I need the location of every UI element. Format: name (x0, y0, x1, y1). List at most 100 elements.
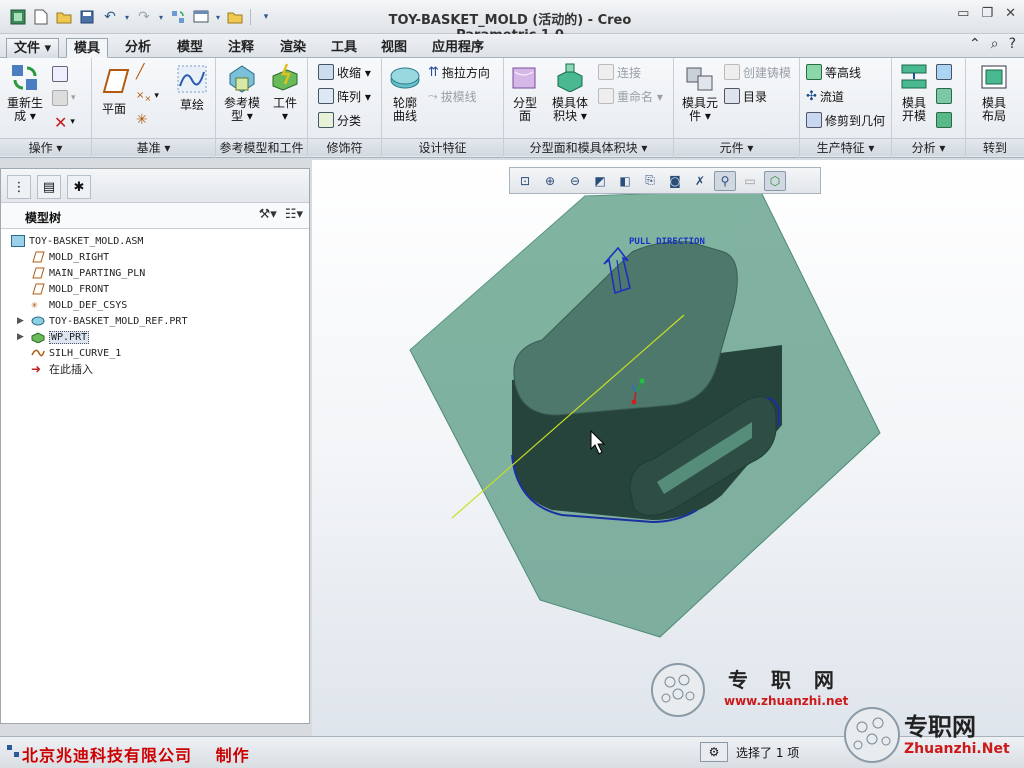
runner-button[interactable]: ✣ 流道 (806, 86, 844, 106)
repaint-icon[interactable]: ◩ (589, 171, 611, 191)
group-label-analysis[interactable]: 分析 ▾ (892, 138, 965, 156)
tree-node-main-parting-pln[interactable]: MAIN_PARTING_PLN (31, 265, 145, 281)
tree-filter-icon[interactable]: ☷▾ (285, 207, 303, 222)
minimize-icon[interactable]: ▭ (957, 6, 969, 21)
mold-open-button[interactable]: 模具 开模 (896, 62, 932, 123)
view-manager-icon[interactable]: ◙ (664, 171, 686, 191)
selection-filter-icon[interactable]: ⚙ (700, 742, 728, 762)
csys-button[interactable]: ✳ (136, 110, 148, 130)
tab-model[interactable]: 模型 (170, 38, 210, 58)
zoom-out-icon[interactable]: ⊖ (564, 171, 586, 191)
windows-dropdown-icon[interactable]: ▾ (214, 7, 222, 27)
tree-node-assembly[interactable]: TOY-BASKET_MOLD.ASM (11, 233, 143, 249)
annotation-display-icon[interactable]: ▭ (739, 171, 761, 191)
tab-mold[interactable]: 模具 (66, 38, 109, 58)
undo-icon[interactable]: ↶ (100, 7, 120, 27)
connect-button[interactable]: 连接 (598, 62, 641, 82)
contour-button[interactable]: 等高线 (806, 62, 861, 82)
zoom-in-icon[interactable]: ⊕ (539, 171, 561, 191)
plane-button[interactable]: 平面 (98, 68, 130, 116)
copy-button[interactable] (52, 64, 68, 84)
datum-display-icon[interactable]: ✗ (689, 171, 711, 191)
regenerate-quick-icon[interactable] (168, 7, 188, 27)
workpiece-icon (269, 62, 301, 94)
tab-render[interactable]: 渲染 (273, 38, 313, 58)
tree-node-silh-curve[interactable]: SILH_CURVE_1 (31, 345, 121, 361)
thickness-check-button[interactable] (936, 86, 952, 106)
projected-area-button[interactable] (936, 110, 952, 130)
restore-icon[interactable]: ❐ (981, 6, 993, 21)
customize-qat-icon[interactable]: ▾ (256, 7, 276, 27)
delete-button[interactable]: ✕ ▾ (54, 112, 75, 132)
regenerate-button[interactable]: 重新生 成 ▾ (6, 62, 44, 123)
model-tree-tab-icon[interactable]: ⋮ (7, 175, 31, 199)
open-folder-icon[interactable] (54, 7, 74, 27)
mold-volume-button[interactable]: 模具体 积块 ▾ (548, 62, 592, 123)
point-button[interactable]: ×× ▾ (136, 86, 159, 106)
tree-node-mold-front[interactable]: MOLD_FRONT (31, 281, 109, 297)
group-label-operations[interactable]: 操作 ▾ (0, 138, 91, 156)
tab-file[interactable]: 文件 ▾ (6, 38, 60, 58)
search-icon[interactable]: ⌕ (991, 36, 999, 52)
tree-node-mold-def-csys[interactable]: ✳ MOLD_DEF_CSYS (31, 297, 127, 313)
collapse-ribbon-icon[interactable]: ⌃ (969, 36, 981, 52)
shrink-button[interactable]: 收缩 ▾ (318, 62, 371, 82)
pattern-button[interactable]: 阵列 ▾ (318, 86, 371, 106)
app-logo-icon[interactable] (8, 7, 28, 27)
redo-icon[interactable]: ↷ (134, 7, 154, 27)
tab-analysis[interactable]: 分析 (118, 38, 158, 58)
model-graphics[interactable]: PULL DIRECTION (312, 160, 1024, 736)
close-icon[interactable]: ✕ (1005, 6, 1016, 21)
csys-icon: ✳ (31, 298, 38, 311)
refit-icon[interactable]: ⊡ (514, 171, 536, 191)
expand-arrow-icon[interactable]: ▶ (17, 332, 24, 342)
group-label-components[interactable]: 元件 ▾ (674, 138, 799, 156)
group-label-parting-volume[interactable]: 分型面和模具体积块 ▾ (504, 138, 673, 156)
tab-annotate[interactable]: 注释 (221, 38, 261, 58)
mold-component-button[interactable]: 模具元 件 ▾ (678, 62, 722, 123)
group-operations: 重新生 成 ▾ ▾ ✕ ▾ 操作 ▾ (0, 58, 92, 158)
expand-arrow-icon[interactable]: ▶ (17, 316, 24, 326)
classify-button[interactable]: 分类 (318, 110, 361, 130)
catalog-button[interactable]: 目录 (724, 86, 767, 106)
display-style-icon[interactable]: ◧ (614, 171, 636, 191)
sketch-button[interactable]: 草绘 (176, 64, 208, 112)
tab-applications[interactable]: 应用程序 (425, 38, 491, 58)
axis-button[interactable]: ╱ (136, 62, 144, 82)
tree-node-ref-part[interactable]: TOY-BASKET_MOLD_REF.PRT (31, 313, 187, 329)
spin-center-icon[interactable]: ⚲ (714, 170, 736, 191)
group-label-datum[interactable]: 基准 ▾ (92, 138, 215, 156)
favorites-tab-icon[interactable]: ✱ (67, 175, 91, 199)
reference-model-button[interactable]: 参考模 型 ▾ (220, 62, 264, 123)
new-file-icon[interactable] (31, 7, 51, 27)
tree-settings-icon[interactable]: ⚒▾ (259, 207, 277, 222)
folder-browser-tab-icon[interactable]: ▤ (37, 175, 61, 199)
mold-layout-button[interactable]: 模具 布局 (972, 62, 1016, 123)
draft-check-button[interactable] (936, 62, 952, 82)
tree-node-insert-here[interactable]: ➜ 在此插入 (31, 361, 93, 377)
tab-tools[interactable]: 工具 (324, 38, 364, 58)
rename-button[interactable]: 重命名 ▾ (598, 86, 663, 106)
paste-button[interactable]: ▾ (52, 88, 76, 108)
parting-surface-button[interactable]: 分型 面 (508, 62, 542, 123)
saved-orientations-icon[interactable]: ⎘ (639, 171, 661, 191)
create-casting-button[interactable]: 创建铸模 (724, 62, 791, 82)
save-icon[interactable] (77, 7, 97, 27)
windows-icon[interactable] (191, 7, 211, 27)
workpiece-button[interactable]: 工件 ▾ (268, 62, 302, 123)
close-window-icon[interactable] (225, 7, 245, 27)
silhouette-curve-button[interactable]: 轮廓 曲线 (388, 62, 422, 123)
undo-dropdown-icon[interactable]: ▾ (123, 7, 131, 27)
tree-node-workpiece[interactable]: WP.PRT (31, 329, 90, 345)
help-icon[interactable]: ? (1009, 36, 1016, 52)
draft-line-button[interactable]: ⤳ 拔模线 (428, 86, 477, 106)
tab-view[interactable]: 视图 (374, 38, 414, 58)
appearance-icon[interactable]: ⬡ (764, 170, 786, 191)
message-log-icon[interactable] (6, 743, 20, 759)
trim-to-geometry-button[interactable]: 修剪到几何 (806, 110, 885, 130)
redo-dropdown-icon[interactable]: ▾ (157, 7, 165, 27)
tree-node-mold-right[interactable]: MOLD_RIGHT (31, 249, 109, 265)
graphics-viewport[interactable]: PULL DIRECTION (312, 160, 1024, 736)
group-label-production[interactable]: 生产特征 ▾ (800, 138, 891, 156)
pull-direction-button[interactable]: ⇈ 拖拉方向 (428, 62, 490, 82)
